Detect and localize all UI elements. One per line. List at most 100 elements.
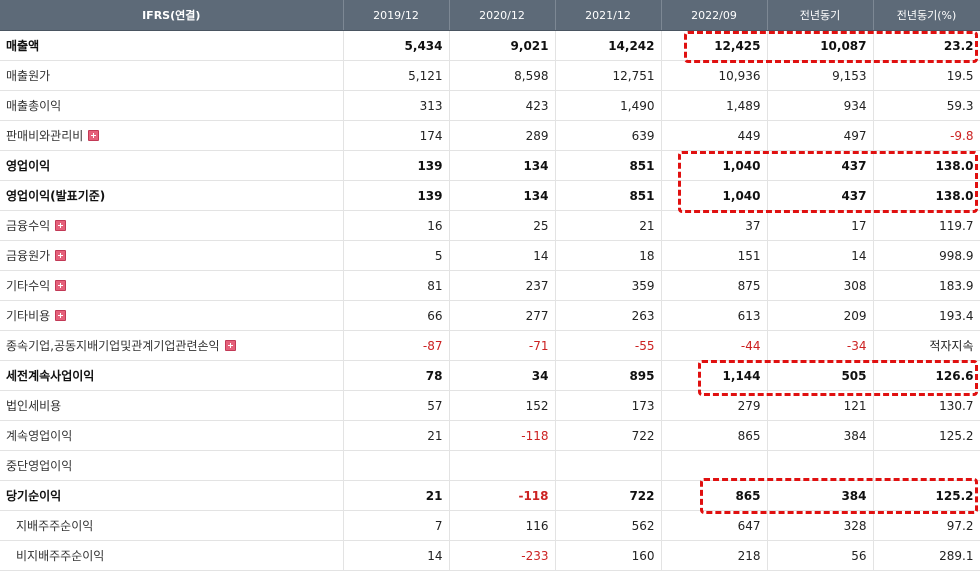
row-label: 법인세비용 [0,390,344,421]
row-label[interactable]: 판매비와관리비 [0,120,344,151]
row-label-text: 계속영업이익 [6,429,73,443]
financial-table: IFRS(연결) 2019/12 2020/12 2021/12 2022/09… [0,0,980,571]
table-cell: 12,751 [555,60,662,91]
table-cell: 289.1 [873,540,980,571]
expand-plus-icon[interactable] [55,280,67,291]
table-cell: 78 [343,360,450,391]
table-cell: 851 [555,180,662,211]
table-row: 금융원가 5 14 18 151 14 998.9 [0,240,980,271]
table-cell: 359 [555,270,662,301]
expand-plus-icon[interactable] [55,220,67,231]
table-cell: 263 [555,300,662,331]
table-cell: 1,144 [661,360,768,391]
expand-plus-icon[interactable] [88,130,100,141]
table-cell: -71 [449,330,556,361]
table-cell: 308 [767,270,874,301]
row-label-text: 기타수익 [6,279,51,293]
table-cell: 66 [343,300,450,331]
table-cell: 56 [767,540,874,571]
table-cell: -118 [449,420,556,451]
table-cell: 134 [449,180,556,211]
row-label[interactable]: 금융수익 [0,210,344,241]
row-label-text: 매출액 [6,39,40,53]
row-label-text: 매출총이익 [6,99,62,113]
table-cell: 237 [449,270,556,301]
row-label[interactable]: 기타수익 [0,270,344,301]
table-cell: 647 [661,510,768,541]
row-label[interactable]: 기타비용 [0,300,344,331]
table-cell: 21 [555,210,662,241]
header-label: IFRS(연결) [0,0,344,31]
row-label[interactable]: 종속기업,공동지배기업및관계기업관련손익 [0,330,344,361]
table-row: 판매비와관리비 174 289 639 449 497 -9.8 [0,120,980,151]
table-row: 매출총이익 313 423 1,490 1,489 934 59.3 [0,90,980,121]
header-col-2021-12: 2021/12 [555,0,662,31]
table-row: 금융수익 16 25 21 37 17 119.7 [0,210,980,241]
table-row: 매출액 5,434 9,021 14,242 12,425 10,087 23.2 [0,30,980,61]
table-cell: 14,242 [555,30,662,61]
row-label-text: 판매비와관리비 [6,129,84,143]
table-cell: 37 [661,210,768,241]
table-cell: 151 [661,240,768,271]
table-cell: 173 [555,390,662,421]
table-cell: 23.2 [873,30,980,61]
table-cell: 722 [555,480,662,511]
table-cell: 851 [555,150,662,181]
table-row: 세전계속사업이익 78 34 895 1,144 505 126.6 [0,360,980,391]
table-cell: 437 [767,180,874,211]
table-cell: -233 [449,540,556,571]
header-col-2020-12: 2020/12 [449,0,556,31]
row-label[interactable]: 금융원가 [0,240,344,271]
table-cell: 193.4 [873,300,980,331]
table-cell: 218 [661,540,768,571]
header-col-2019-12: 2019/12 [343,0,450,31]
table-row: 중단영업이익 [0,450,980,481]
table-cell: 5,121 [343,60,450,91]
table-cell: -118 [449,480,556,511]
row-label: 계속영업이익 [0,420,344,451]
row-label: 지배주주순이익 [0,510,344,541]
table-cell: 7 [343,510,450,541]
row-label-text: 영업이익(발표기준) [6,189,106,203]
row-label: 영업이익(발표기준) [0,180,344,211]
table-cell: -87 [343,330,450,361]
expand-plus-icon[interactable] [55,250,67,261]
table-cell: 81 [343,270,450,301]
table-cell: 497 [767,120,874,151]
table-cell: 437 [767,150,874,181]
table-cell: 138.0 [873,150,980,181]
table-cell: 875 [661,270,768,301]
table-cell: 57 [343,390,450,421]
table-row: 계속영업이익 21 -118 722 865 384 125.2 [0,420,980,451]
row-label-text: 영업이익 [6,159,51,173]
table-cell [661,450,768,481]
table-cell: 130.7 [873,390,980,421]
table-cell: 1,490 [555,90,662,121]
row-label: 매출액 [0,30,344,61]
table-cell [767,450,874,481]
table-cell: 449 [661,120,768,151]
table-row: 기타수익 81 237 359 875 308 183.9 [0,270,980,301]
table-cell: 34 [449,360,556,391]
table-cell: 279 [661,390,768,421]
table-cell: 16 [343,210,450,241]
table-cell: 1,040 [661,150,768,181]
row-label-text: 중단영업이익 [6,459,73,473]
table-cell: 14 [449,240,556,271]
expand-plus-icon[interactable] [55,310,67,321]
table-cell: 152 [449,390,556,421]
table-cell: 134 [449,150,556,181]
table-cell: 8,598 [449,60,556,91]
table-cell: 328 [767,510,874,541]
table-cell: 18 [555,240,662,271]
table-row: 지배주주순이익 7 116 562 647 328 97.2 [0,510,980,541]
table-row: 영업이익(발표기준) 139 134 851 1,040 437 138.0 [0,180,980,211]
table-cell: 125.2 [873,480,980,511]
table-cell: 적자지속 [873,330,980,361]
row-label-text: 비지배주주순이익 [16,549,105,563]
table-cell: 25 [449,210,556,241]
expand-plus-icon[interactable] [224,340,236,351]
table-cell: 21 [343,480,450,511]
table-cell [343,450,450,481]
table-cell: 183.9 [873,270,980,301]
